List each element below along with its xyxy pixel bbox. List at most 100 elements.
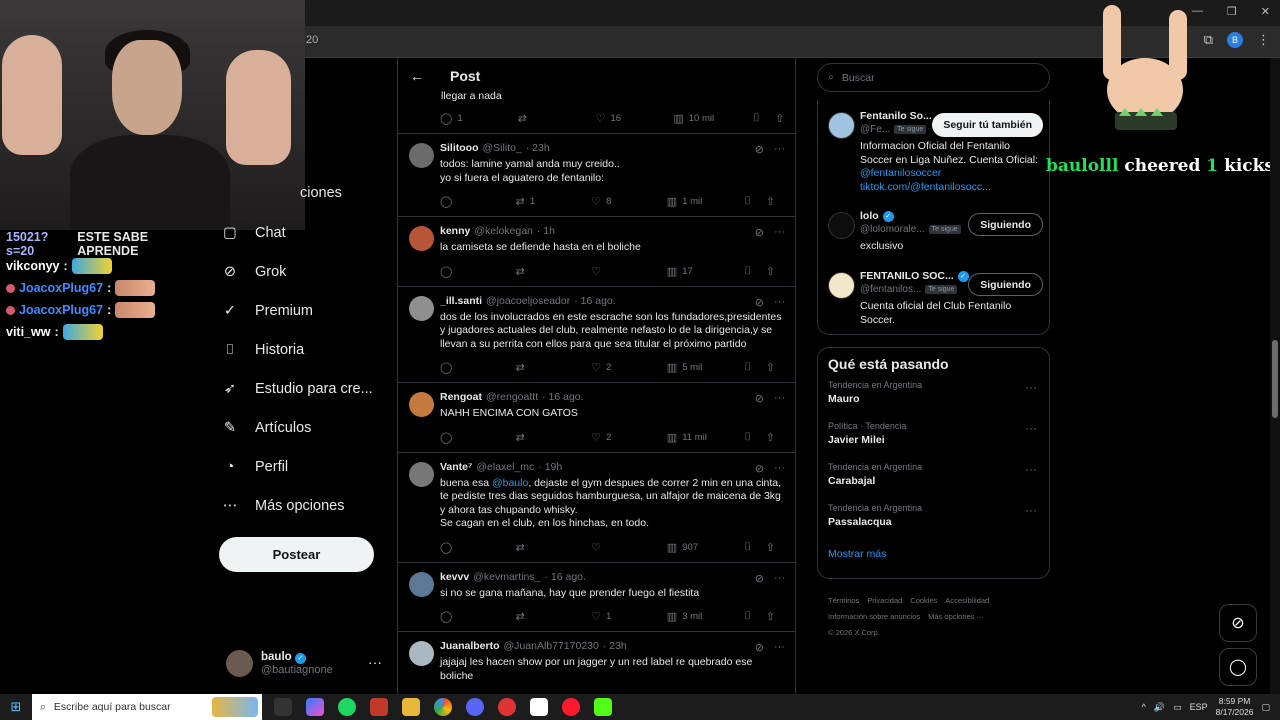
follow-button[interactable]: Seguir tú también [932, 113, 1043, 137]
chat-username[interactable]: JoacoxPlug67 [19, 303, 103, 317]
nav-item-historia[interactable]: ⌷ Historia [219, 330, 399, 369]
more-icon[interactable]: ··· [774, 143, 785, 156]
avatar[interactable] [409, 392, 434, 417]
more-icon[interactable]: ··· [1025, 380, 1037, 394]
footer-link[interactable]: Cookies [910, 596, 937, 605]
tweet-handle[interactable]: @kelokegan [474, 225, 533, 237]
profile-avatar[interactable]: B [1227, 32, 1243, 48]
tweet-author[interactable]: kevvv [440, 571, 469, 583]
following-button[interactable]: Siguiendo [968, 213, 1043, 236]
grok-icon[interactable]: ⊘ [755, 296, 764, 309]
kick-icon[interactable] [594, 698, 612, 716]
nav-item-más-opciones[interactable]: ⋯ Más opciones [219, 486, 399, 525]
avatar[interactable] [409, 226, 434, 251]
reply-button[interactable]: ◯ [440, 265, 516, 278]
maximize-icon[interactable]: ❐ [1227, 5, 1237, 18]
views-button[interactable]: ▥ 5 mil [667, 361, 745, 374]
bookmark-button[interactable]: ⌷ [744, 431, 765, 444]
show-more-link[interactable]: Mostrar más [818, 544, 1049, 564]
retweet-button[interactable]: ⇄ [516, 541, 592, 554]
bio-link[interactable]: tiktok.com/@fentanilosocc... [860, 181, 991, 193]
footer-link[interactable]: Privacidad [867, 596, 902, 605]
retweet-button[interactable]: ⇄ [518, 112, 596, 125]
views-button[interactable]: ▥ 1 mil [667, 195, 745, 208]
app-icon[interactable] [530, 698, 548, 716]
like-button[interactable]: ♡ 2 [591, 361, 667, 374]
tweet[interactable]: ⊘ ··· Juanalberto @JuanAlb77170230 · 23h jaja… [398, 632, 795, 694]
like-button[interactable]: ♡ 16 [596, 112, 674, 125]
notification-icon[interactable]: ▢ [1261, 702, 1270, 713]
file-explorer-icon[interactable] [402, 698, 420, 716]
nav-item-chat[interactable]: ▢ Chat [219, 213, 399, 252]
avatar[interactable] [409, 295, 434, 321]
bookmark-button[interactable]: ⌷ [744, 610, 765, 623]
grok-icon[interactable]: ⊘ [755, 641, 764, 654]
follow-suggestion[interactable]: FENTANILO SOC... ✓ @fentanilos... Te sigue C… [828, 270, 1043, 327]
address-bar[interactable]: 20 [306, 34, 318, 46]
avatar[interactable] [409, 641, 434, 666]
share-button[interactable]: ⇧ [766, 195, 785, 208]
network-icon[interactable]: ▭ [1173, 702, 1182, 713]
tweet-time[interactable]: · 23h [603, 640, 627, 652]
tweet-handle[interactable]: @rengoattt [486, 391, 538, 403]
footer-link[interactable]: Más opciones ··· [928, 612, 984, 621]
more-icon[interactable]: ··· [774, 392, 785, 405]
more-icon[interactable]: ··· [774, 296, 785, 309]
more-icon[interactable]: ··· [774, 226, 785, 239]
copilot-icon[interactable] [306, 698, 324, 716]
reply-button[interactable]: ◯ [440, 610, 516, 623]
grok-icon[interactable]: ⊘ [755, 462, 764, 475]
tweet-time[interactable]: · 23h [526, 142, 550, 154]
follow-suggestion[interactable]: lolo ✓ @lolomorale... Te sigue exclusivo Sigu… [828, 210, 1043, 254]
more-icon[interactable]: ··· [368, 654, 382, 670]
reply-button[interactable]: ◯ [440, 195, 516, 208]
tweet[interactable]: ⊘ ··· kenny @kelokegan · 1h la camiseta se de… [398, 217, 795, 287]
like-button[interactable]: ♡1 [591, 610, 667, 623]
tweet-author[interactable]: Rengoat [440, 391, 482, 403]
footer-link[interactable]: Accesibilidad [945, 596, 989, 605]
views-button[interactable]: ▥ 11 mil [667, 431, 745, 444]
bookmark-button[interactable]: ⌷ [744, 541, 765, 554]
like-button[interactable]: ♡ 8 [591, 195, 667, 208]
footer-link[interactable]: Términos [828, 596, 859, 605]
trend-item[interactable]: Tendencia en Argentina Passalacqua ··· [818, 503, 1049, 544]
tweet-time[interactable]: · 1h [537, 225, 555, 237]
tweet-time[interactable]: · 16 ago. [544, 571, 585, 583]
share-button[interactable]: ⇧ [775, 112, 795, 125]
tweet[interactable]: ⊘ ··· Vante⁷ @elaxel_mc · 19h buena esa @baul… [398, 453, 795, 563]
account-name[interactable]: FENTANILO SOC... [860, 270, 954, 282]
volume-icon[interactable]: 🔊 [1154, 702, 1165, 713]
more-icon[interactable]: ··· [1025, 503, 1037, 517]
menu-icon[interactable]: ⋮ [1257, 32, 1270, 48]
opera-icon[interactable] [562, 698, 580, 716]
reply-button[interactable]: ◯ [440, 541, 516, 554]
nav-item-partial[interactable]: ciones [300, 185, 342, 201]
chat-username[interactable]: 15021?s=20 [6, 230, 73, 258]
tweet-author[interactable]: kenny [440, 225, 470, 237]
tweet-author[interactable]: Vante⁷ [440, 461, 472, 473]
share-button[interactable]: ⇧ [766, 265, 785, 278]
spotify-icon[interactable] [338, 698, 356, 716]
like-button[interactable]: ♡ 2 [591, 431, 667, 444]
grok-icon[interactable]: ⊘ [755, 143, 764, 156]
avatar[interactable] [409, 143, 434, 168]
like-button[interactable]: ♡ [591, 265, 667, 278]
views-button[interactable]: ▥ 10 mil [673, 112, 753, 125]
bookmark-button[interactable]: ⌷ [744, 361, 765, 374]
trend-item[interactable]: Tendencia en Argentina Carabajal ··· [818, 462, 1049, 503]
grok-icon[interactable]: ⊘ [755, 226, 764, 239]
tweet[interactable]: ⊘ ··· kevvv @kevmartins_ · 16 ago. si no se g… [398, 563, 795, 632]
close-icon[interactable]: ✕ [1261, 5, 1270, 18]
like-button[interactable]: ♡ [591, 541, 667, 554]
tweet-author[interactable]: _ill.santi [440, 295, 482, 307]
tweet-time[interactable]: · 16 ago. [574, 295, 615, 307]
avatar[interactable] [409, 571, 434, 597]
nav-item-estudio-para-cre-[interactable]: ➶ Estudio para cre... [219, 369, 399, 408]
tweet-author[interactable]: Juanalberto [440, 640, 500, 652]
more-icon[interactable]: ··· [1025, 421, 1037, 435]
tweet[interactable]: ⊘ ··· _ill.santi @joacoeljoseador · 16 ago. d… [398, 287, 795, 383]
avatar[interactable] [828, 112, 855, 139]
views-button[interactable]: ▥ 17 [667, 265, 745, 278]
account-name[interactable]: Fentanilo So... [860, 110, 932, 122]
chat-username[interactable]: JoacoxPlug67 [19, 281, 103, 295]
